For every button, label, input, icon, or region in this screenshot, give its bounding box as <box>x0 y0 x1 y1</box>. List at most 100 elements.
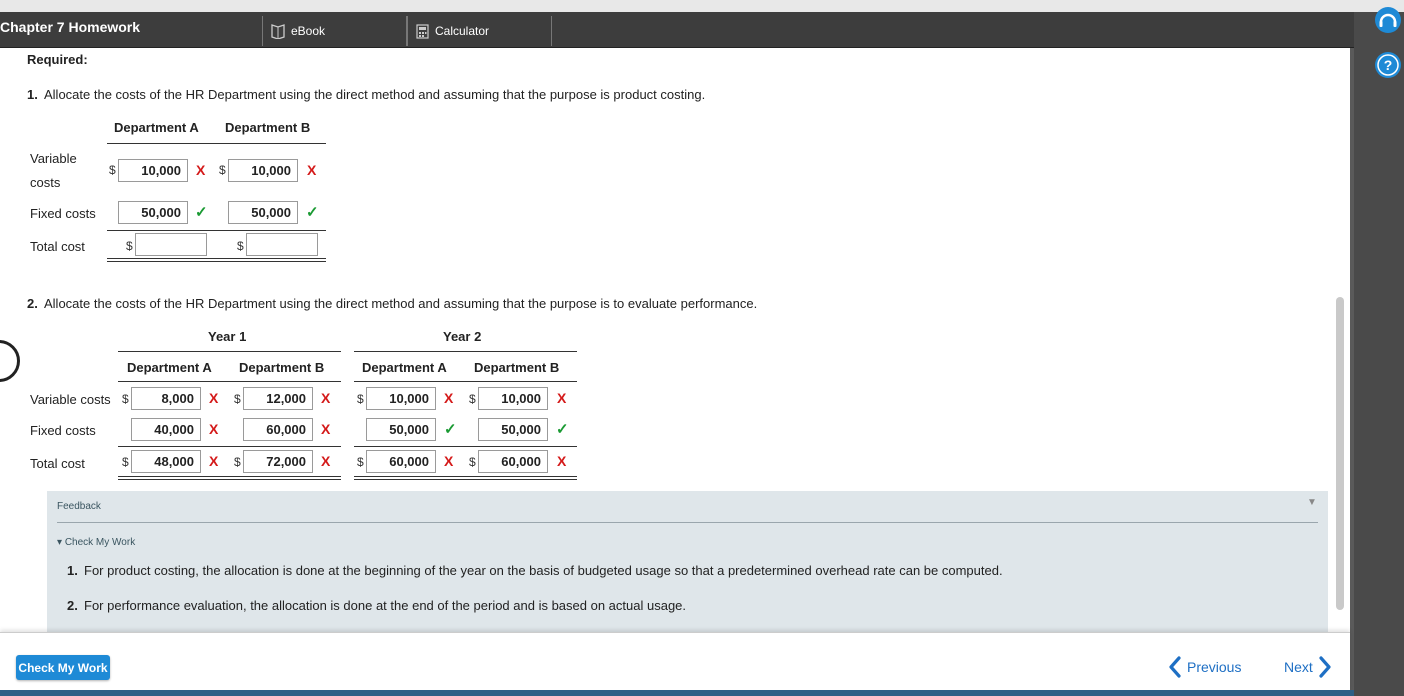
incorrect-icon: X <box>209 453 219 469</box>
previous-label: Previous <box>1187 659 1242 675</box>
currency-symbol: $ <box>357 392 364 406</box>
p2-fixed-y1a-input[interactable]: 40,000 <box>131 418 201 441</box>
p1-row-label: Variable <box>30 151 77 166</box>
next-link[interactable]: Next <box>1284 656 1332 678</box>
calculator-icon <box>416 23 429 39</box>
p2-fixed-y2b-input[interactable]: 50,000 <box>478 418 548 441</box>
incorrect-icon: X <box>444 390 454 406</box>
currency-symbol: $ <box>234 392 241 406</box>
p2-total-y1a-input[interactable]: 48,000 <box>131 450 201 473</box>
p2-header-rule <box>354 381 577 382</box>
scrollbar-thumb[interactable] <box>1336 297 1344 610</box>
bottom-accent-line <box>0 690 1354 696</box>
app-frame: Chapter 7 Homework eBook Calculator ? Re… <box>0 0 1404 696</box>
p2-row-label: Total cost <box>30 456 85 471</box>
ebook-tab-label: eBook <box>291 24 326 38</box>
p2-variable-y2b-input[interactable]: 10,000 <box>478 387 548 410</box>
incorrect-icon: X <box>444 453 454 469</box>
part1-number: 1. <box>27 87 38 102</box>
p1-fixed-a-input[interactable]: 50,000 <box>118 201 188 224</box>
p2-total-y2b-input[interactable]: 60,000 <box>478 450 548 473</box>
p2-col-dept-b: Department B <box>239 360 325 375</box>
p2-variable-y1b-input[interactable]: 12,000 <box>243 387 313 410</box>
p2-double-rule <box>118 476 341 480</box>
help-icon[interactable]: ? <box>1372 51 1404 79</box>
p1-variable-a-input[interactable]: 10,000 <box>118 159 188 182</box>
p1-row-label: Total cost <box>30 239 85 254</box>
ebook-icon <box>271 24 285 39</box>
p2-total-y2a-input[interactable]: 60,000 <box>366 450 436 473</box>
p1-total-a-input[interactable] <box>135 233 207 256</box>
part2-number: 2. <box>27 296 38 311</box>
correct-icon: ✓ <box>195 204 208 221</box>
check-my-work-section-label: Check My Work <box>64 537 136 548</box>
feedback-collapse-icon[interactable]: ▼ <box>1307 497 1317 508</box>
chevron-left-icon <box>1169 656 1181 678</box>
p2-fixed-y1b-input[interactable]: 60,000 <box>243 418 313 441</box>
p1-row-label: costs <box>30 175 61 190</box>
calculator-tab-label: Calculator <box>435 24 490 38</box>
p1-header-rule <box>107 143 326 144</box>
feedback-label: Feedback <box>57 501 101 512</box>
currency-symbol: $ <box>126 239 133 253</box>
currency-symbol: $ <box>469 455 476 469</box>
p2-variable-y2a-input[interactable]: 10,000 <box>366 387 436 410</box>
currency-symbol: $ <box>122 455 129 469</box>
check-my-work-button[interactable]: Check My Work <box>16 655 110 680</box>
incorrect-icon: X <box>209 421 219 437</box>
p2-variable-y1a-input[interactable]: 8,000 <box>131 387 201 410</box>
svg-text:?: ? <box>1384 57 1393 73</box>
bottom-bar <box>0 632 1350 692</box>
currency-symbol: $ <box>234 455 241 469</box>
correct-icon: ✓ <box>444 421 457 438</box>
incorrect-icon: X <box>321 390 331 406</box>
next-label: Next <box>1284 659 1313 675</box>
correct-icon: ✓ <box>556 421 569 438</box>
incorrect-icon: X <box>557 453 567 469</box>
feedback-item-number: 1. <box>67 563 78 578</box>
year2-label: Year 2 <box>443 329 482 344</box>
currency-symbol: $ <box>122 392 129 406</box>
p2-header-rule <box>118 381 341 382</box>
year2-rule <box>354 351 577 352</box>
currency-symbol: $ <box>357 455 364 469</box>
check-my-work-toggle[interactable]: ▾ Check My Work <box>57 537 135 548</box>
p2-double-rule <box>354 476 577 480</box>
feedback-item-number: 2. <box>67 598 78 613</box>
p1-total-b-input[interactable] <box>246 233 318 256</box>
p2-fixed-y2a-input[interactable]: 50,000 <box>366 418 436 441</box>
year1-rule <box>118 351 341 352</box>
p2-row-label: Fixed costs <box>30 423 96 438</box>
incorrect-icon: X <box>196 162 206 178</box>
incorrect-icon: X <box>321 421 331 437</box>
right-rail <box>1354 12 1404 696</box>
ebook-tab[interactable]: eBook <box>262 16 407 46</box>
page-title: Chapter 7 Homework <box>0 19 141 35</box>
currency-symbol: $ <box>109 163 116 177</box>
p2-col-dept-a: Department A <box>127 360 212 375</box>
p1-row-label: Fixed costs <box>30 206 96 221</box>
top-strip <box>0 0 1404 12</box>
incorrect-icon: X <box>557 390 567 406</box>
p1-col-dept-b: Department B <box>225 120 311 135</box>
currency-symbol: $ <box>237 239 244 253</box>
p2-col-dept-a: Department A <box>362 360 447 375</box>
p2-total-y1b-input[interactable]: 72,000 <box>243 450 313 473</box>
p1-total-rule <box>107 230 326 231</box>
calculator-tab[interactable]: Calculator <box>407 16 552 46</box>
header-bar: Chapter 7 Homework eBook Calculator <box>0 12 1354 48</box>
incorrect-icon: X <box>307 162 317 178</box>
previous-link[interactable]: Previous <box>1168 656 1241 678</box>
required-label: Required: <box>27 52 88 67</box>
p2-row-label: Variable costs <box>30 392 111 407</box>
part2-instructions: Allocate the costs of the HR Department … <box>44 296 758 311</box>
part1-instructions: Allocate the costs of the HR Department … <box>44 87 706 102</box>
headset-icon[interactable] <box>1372 6 1404 34</box>
p1-double-rule <box>107 258 326 262</box>
currency-symbol: $ <box>219 163 226 177</box>
p1-variable-b-input[interactable]: 10,000 <box>228 159 298 182</box>
feedback-item-text: For performance evaluation, the allocati… <box>84 598 687 613</box>
p2-total-rule <box>354 446 577 447</box>
p1-fixed-b-input[interactable]: 50,000 <box>228 201 298 224</box>
correct-icon: ✓ <box>306 204 319 221</box>
